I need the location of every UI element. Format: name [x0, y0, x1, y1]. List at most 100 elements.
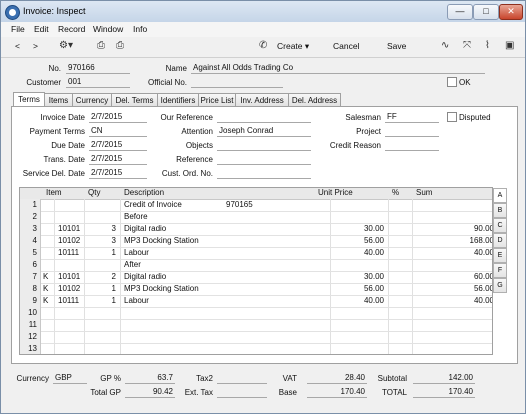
total-field[interactable]: 170.40: [413, 387, 475, 398]
row-flag[interactable]: [43, 332, 51, 342]
unit-price-cell[interactable]: [334, 212, 384, 222]
description-ref-cell[interactable]: [226, 260, 286, 270]
qty-cell[interactable]: 3: [88, 224, 116, 234]
row-flag[interactable]: [43, 260, 51, 270]
description-cell[interactable]: Credit of Invoice: [124, 200, 224, 210]
qty-cell[interactable]: [88, 320, 116, 330]
phone-icon[interactable]: ✆: [259, 40, 267, 51]
grid-side-button-g[interactable]: G: [493, 278, 507, 293]
description-cell[interactable]: Labour: [124, 296, 224, 306]
item-cell[interactable]: 10111: [58, 248, 84, 258]
row-flag[interactable]: [43, 236, 51, 246]
grid-side-button-b[interactable]: B: [493, 203, 507, 218]
tab-items[interactable]: Items: [44, 93, 73, 107]
sum-cell[interactable]: [416, 332, 492, 342]
description-ref-cell[interactable]: [226, 344, 286, 354]
reference-field[interactable]: [217, 154, 311, 165]
percent-cell[interactable]: [392, 212, 410, 222]
unit-price-cell[interactable]: 30.00: [334, 272, 384, 282]
item-cell[interactable]: [58, 308, 84, 318]
tab-currency[interactable]: Currency: [72, 93, 112, 107]
row-flag[interactable]: [43, 224, 51, 234]
description-cell[interactable]: MP3 Docking Station: [124, 284, 224, 294]
item-cell[interactable]: 10101: [58, 224, 84, 234]
item-cell[interactable]: 10111: [58, 296, 84, 306]
percent-cell[interactable]: [392, 236, 410, 246]
row-flag[interactable]: [43, 212, 51, 222]
no-field[interactable]: 970166: [66, 63, 130, 74]
menu-info[interactable]: Info: [133, 24, 147, 34]
grid-side-button-c[interactable]: C: [493, 218, 507, 233]
percent-cell[interactable]: [392, 284, 410, 294]
description-cell[interactable]: [124, 344, 224, 354]
qty-cell[interactable]: 2: [88, 272, 116, 282]
attention-field[interactable]: Joseph Conrad: [217, 126, 311, 137]
row-flag[interactable]: K: [43, 296, 51, 306]
base-field[interactable]: 170.40: [307, 387, 367, 398]
save-button[interactable]: Save: [387, 41, 406, 51]
unit-price-cell[interactable]: 40.00: [334, 296, 384, 306]
grid-side-button-a[interactable]: A: [493, 188, 507, 203]
credit-reason-field[interactable]: [385, 140, 439, 151]
description-cell[interactable]: [124, 320, 224, 330]
sum-cell[interactable]: [416, 320, 492, 330]
description-cell[interactable]: Digital radio: [124, 224, 224, 234]
qty-cell[interactable]: 3: [88, 236, 116, 246]
description-cell[interactable]: Before: [124, 212, 224, 222]
sum-cell[interactable]: 56.00: [416, 284, 492, 294]
description-ref-cell[interactable]: [226, 296, 286, 306]
table-row[interactable]: 13: [20, 343, 492, 354]
unit-price-cell[interactable]: [334, 308, 384, 318]
gear-icon[interactable]: ⚙▾: [59, 40, 73, 51]
item-cell[interactable]: [58, 332, 84, 342]
sum-cell[interactable]: 90.00: [416, 224, 492, 234]
sum-cell[interactable]: 40.00: [416, 248, 492, 258]
unit-price-cell[interactable]: [334, 332, 384, 342]
item-cell[interactable]: [58, 200, 84, 210]
tab-del-terms[interactable]: Del. Terms: [111, 93, 158, 107]
item-cell[interactable]: [58, 320, 84, 330]
row-flag[interactable]: [43, 320, 51, 330]
description-cell[interactable]: MP3 Docking Station: [124, 236, 224, 246]
currency-field[interactable]: GBP: [53, 373, 87, 384]
percent-cell[interactable]: [392, 200, 410, 210]
tax2-field[interactable]: [217, 373, 267, 384]
disputed-checkbox[interactable]: [447, 112, 457, 122]
unit-price-cell[interactable]: [334, 320, 384, 330]
percent-cell[interactable]: [392, 320, 410, 330]
official-no-field[interactable]: [191, 77, 283, 88]
attachment-icon[interactable]: ⌇: [485, 40, 490, 51]
row-flag[interactable]: [43, 248, 51, 258]
sum-cell[interactable]: 40.00: [416, 296, 492, 306]
invoice-date-field[interactable]: 2/7/2015: [89, 112, 147, 123]
description-ref-cell[interactable]: [226, 308, 286, 318]
unit-price-cell[interactable]: [334, 260, 384, 270]
total-gp-field[interactable]: 90.42: [125, 387, 175, 398]
salesman-field[interactable]: FF: [385, 112, 439, 123]
next-record-button[interactable]: >: [33, 41, 38, 51]
service-del-date-field[interactable]: 2/7/2015: [89, 168, 147, 179]
description-ref-cell[interactable]: [226, 212, 286, 222]
description-cell[interactable]: [124, 332, 224, 342]
description-ref-cell[interactable]: [226, 236, 286, 246]
percent-cell[interactable]: [392, 332, 410, 342]
qty-cell[interactable]: [88, 332, 116, 342]
description-ref-cell[interactable]: [226, 272, 286, 282]
item-cell[interactable]: 10102: [58, 284, 84, 294]
description-ref-cell[interactable]: [226, 332, 286, 342]
grid-side-button-d[interactable]: D: [493, 233, 507, 248]
vat-field[interactable]: 28.40: [307, 373, 367, 384]
tab-terms[interactable]: Terms: [13, 92, 45, 107]
qty-cell[interactable]: [88, 344, 116, 354]
sum-cell[interactable]: [416, 308, 492, 318]
description-ref-cell[interactable]: [226, 224, 286, 234]
sum-cell[interactable]: [416, 200, 492, 210]
activity-icon[interactable]: ∿: [441, 40, 449, 51]
percent-cell[interactable]: [392, 248, 410, 258]
maximize-button[interactable]: □: [473, 4, 499, 20]
menu-record[interactable]: Record: [58, 24, 85, 34]
qty-cell[interactable]: [88, 212, 116, 222]
description-ref-cell[interactable]: [226, 284, 286, 294]
qty-cell[interactable]: [88, 308, 116, 318]
create-button[interactable]: Create ▾: [277, 41, 309, 52]
